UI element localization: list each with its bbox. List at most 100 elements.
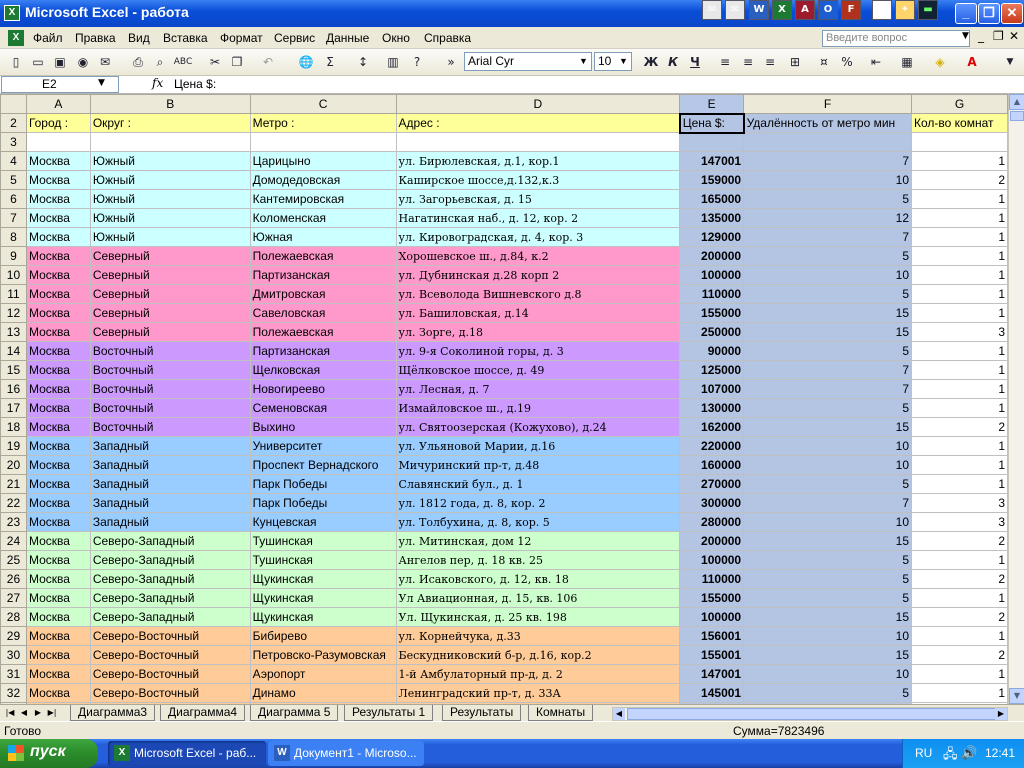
doc-minimize-button[interactable]: _ [978, 29, 984, 43]
rooms-cell[interactable]: 1 [911, 246, 1008, 266]
cell[interactable] [911, 132, 1008, 152]
okrug-cell[interactable]: Северный [89, 284, 251, 304]
col-header-f[interactable]: F [743, 94, 913, 114]
address-cell[interactable]: ул. Всеволода Вишневского д.8 [395, 284, 681, 304]
distance-cell[interactable]: 5 [743, 588, 913, 608]
row-header[interactable]: 28 [0, 607, 27, 627]
address-cell[interactable]: ул. Загорьевская, д. 15 [395, 189, 681, 209]
price-cell[interactable]: 147001 [679, 664, 745, 684]
metro-cell[interactable]: Кантемировская [249, 189, 397, 209]
city-cell[interactable]: Москва [25, 417, 91, 437]
price-cell[interactable]: 135000 [679, 208, 745, 228]
price-cell[interactable]: 147001 [679, 151, 745, 171]
rooms-cell[interactable]: 1 [911, 189, 1008, 209]
rooms-cell[interactable]: 1 [911, 341, 1008, 361]
distance-cell[interactable]: 5 [743, 246, 913, 266]
city-cell[interactable]: Москва [25, 341, 91, 361]
metro-cell[interactable]: Тушинская [249, 531, 397, 551]
rooms-cell[interactable]: 1 [911, 303, 1008, 323]
distance-cell[interactable]: 5 [743, 189, 913, 209]
city-cell[interactable]: Москва [25, 303, 91, 323]
address-cell[interactable]: Измайловское ш., д.19 [395, 398, 681, 418]
hscroll-thumb[interactable] [627, 708, 997, 720]
row-header[interactable]: 17 [0, 398, 27, 418]
okrug-cell[interactable]: Восточный [89, 379, 251, 399]
row-header[interactable]: 7 [0, 208, 27, 228]
city-cell[interactable]: Москва [25, 569, 91, 589]
preview-icon[interactable]: ⌕ [150, 53, 170, 71]
distance-cell[interactable]: 10 [743, 664, 913, 684]
distance-cell[interactable]: 7 [743, 227, 913, 247]
okrug-cell[interactable]: Южный [89, 189, 251, 209]
address-cell[interactable]: Бескудниковский б-р, д.16, кор.2 [395, 645, 681, 665]
distance-cell[interactable]: 12 [743, 208, 913, 228]
distance-cell[interactable]: 10 [743, 626, 913, 646]
rooms-cell[interactable]: 1 [911, 151, 1008, 171]
rooms-cell[interactable]: 2 [911, 569, 1008, 589]
volume-icon[interactable]: 🔊 [961, 745, 977, 761]
horizontal-scrollbar[interactable]: ◀ ▶ [612, 707, 1008, 721]
city-cell[interactable]: Москва [25, 265, 91, 285]
row-header[interactable]: 23 [0, 512, 27, 532]
menu-file[interactable]: Файл [33, 31, 63, 45]
price-cell[interactable]: 155001 [679, 645, 745, 665]
font-name-select[interactable]: Arial Cyr ▼ [464, 52, 592, 71]
okrug-cell[interactable]: Западный [89, 493, 251, 513]
chart-wizard-icon[interactable]: ▥ [383, 53, 403, 71]
screen-icon[interactable]: ▬ [918, 0, 938, 20]
cut-icon[interactable]: ✂ [205, 53, 225, 71]
spreadsheet-grid[interactable]: A B C D E F G 2 Город : Округ : Метро : … [0, 94, 1008, 704]
distance-cell[interactable]: 15 [743, 607, 913, 627]
okrug-cell[interactable]: Западный [89, 474, 251, 494]
row-header[interactable]: 18 [0, 417, 27, 437]
row-header[interactable]: 25 [0, 550, 27, 570]
metro-cell[interactable]: Щелковская [249, 360, 397, 380]
mail-icon[interactable]: ✉ [95, 53, 115, 71]
address-cell[interactable]: Щёлковское шоссе, д. 49 [395, 360, 681, 380]
price-cell[interactable]: 165000 [679, 189, 745, 209]
okrug-cell[interactable]: Восточный [89, 398, 251, 418]
okrug-cell[interactable]: Восточный [89, 417, 251, 437]
excel-icon[interactable]: X [772, 0, 792, 20]
rooms-cell[interactable]: 1 [911, 379, 1008, 399]
insert-function-icon[interactable]: fx [152, 76, 163, 90]
city-cell[interactable]: Москва [25, 246, 91, 266]
metro-cell[interactable]: Партизанская [249, 265, 397, 285]
price-cell[interactable]: 160000 [679, 455, 745, 475]
scroll-left-icon[interactable]: ◀ [613, 708, 625, 720]
cell[interactable] [249, 132, 397, 152]
rooms-cell[interactable]: 1 [911, 664, 1008, 684]
row-header[interactable]: 14 [0, 341, 27, 361]
city-cell[interactable]: Москва [25, 227, 91, 247]
help-search-input[interactable]: Введите вопрос [822, 30, 970, 47]
metro-cell[interactable]: Новогиреево [249, 379, 397, 399]
header-cell[interactable]: Метро : [249, 113, 397, 133]
distance-cell[interactable]: 5 [743, 341, 913, 361]
align-left-icon[interactable]: ≡ [715, 53, 735, 71]
cell[interactable] [25, 132, 91, 152]
scroll-right-icon[interactable]: ▶ [995, 708, 1007, 720]
address-cell[interactable]: Нагатинская наб., д. 12, кор. 2 [395, 208, 681, 228]
city-cell[interactable]: Москва [25, 151, 91, 171]
rooms-cell[interactable]: 1 [911, 683, 1008, 703]
city-cell[interactable]: Москва [25, 189, 91, 209]
toolbar-options-icon[interactable]: » [441, 53, 461, 71]
row-header[interactable]: 6 [0, 189, 27, 209]
city-cell[interactable]: Москва [25, 474, 91, 494]
city-cell[interactable]: Москва [25, 512, 91, 532]
price-cell[interactable]: 100000 [679, 607, 745, 627]
price-cell[interactable]: 300000 [679, 493, 745, 513]
address-cell[interactable]: ул. Ульяновой Марии, д.16 [395, 436, 681, 456]
distance-cell[interactable]: 5 [743, 569, 913, 589]
excel-app-icon[interactable]: X [4, 5, 20, 21]
metro-cell[interactable]: Коломенская [249, 208, 397, 228]
metro-cell[interactable]: Домодедовская [249, 170, 397, 190]
address-cell[interactable]: ул. Дубнинская д.28 корп 2 [395, 265, 681, 285]
city-cell[interactable]: Москва [25, 531, 91, 551]
spelling-icon[interactable]: ABC [173, 53, 193, 71]
rooms-cell[interactable]: 1 [911, 626, 1008, 646]
row-header[interactable]: 31 [0, 664, 27, 684]
menu-window[interactable]: Окно [382, 31, 410, 45]
price-cell[interactable]: 159000 [679, 170, 745, 190]
email-icon[interactable]: ✉ [702, 0, 722, 20]
